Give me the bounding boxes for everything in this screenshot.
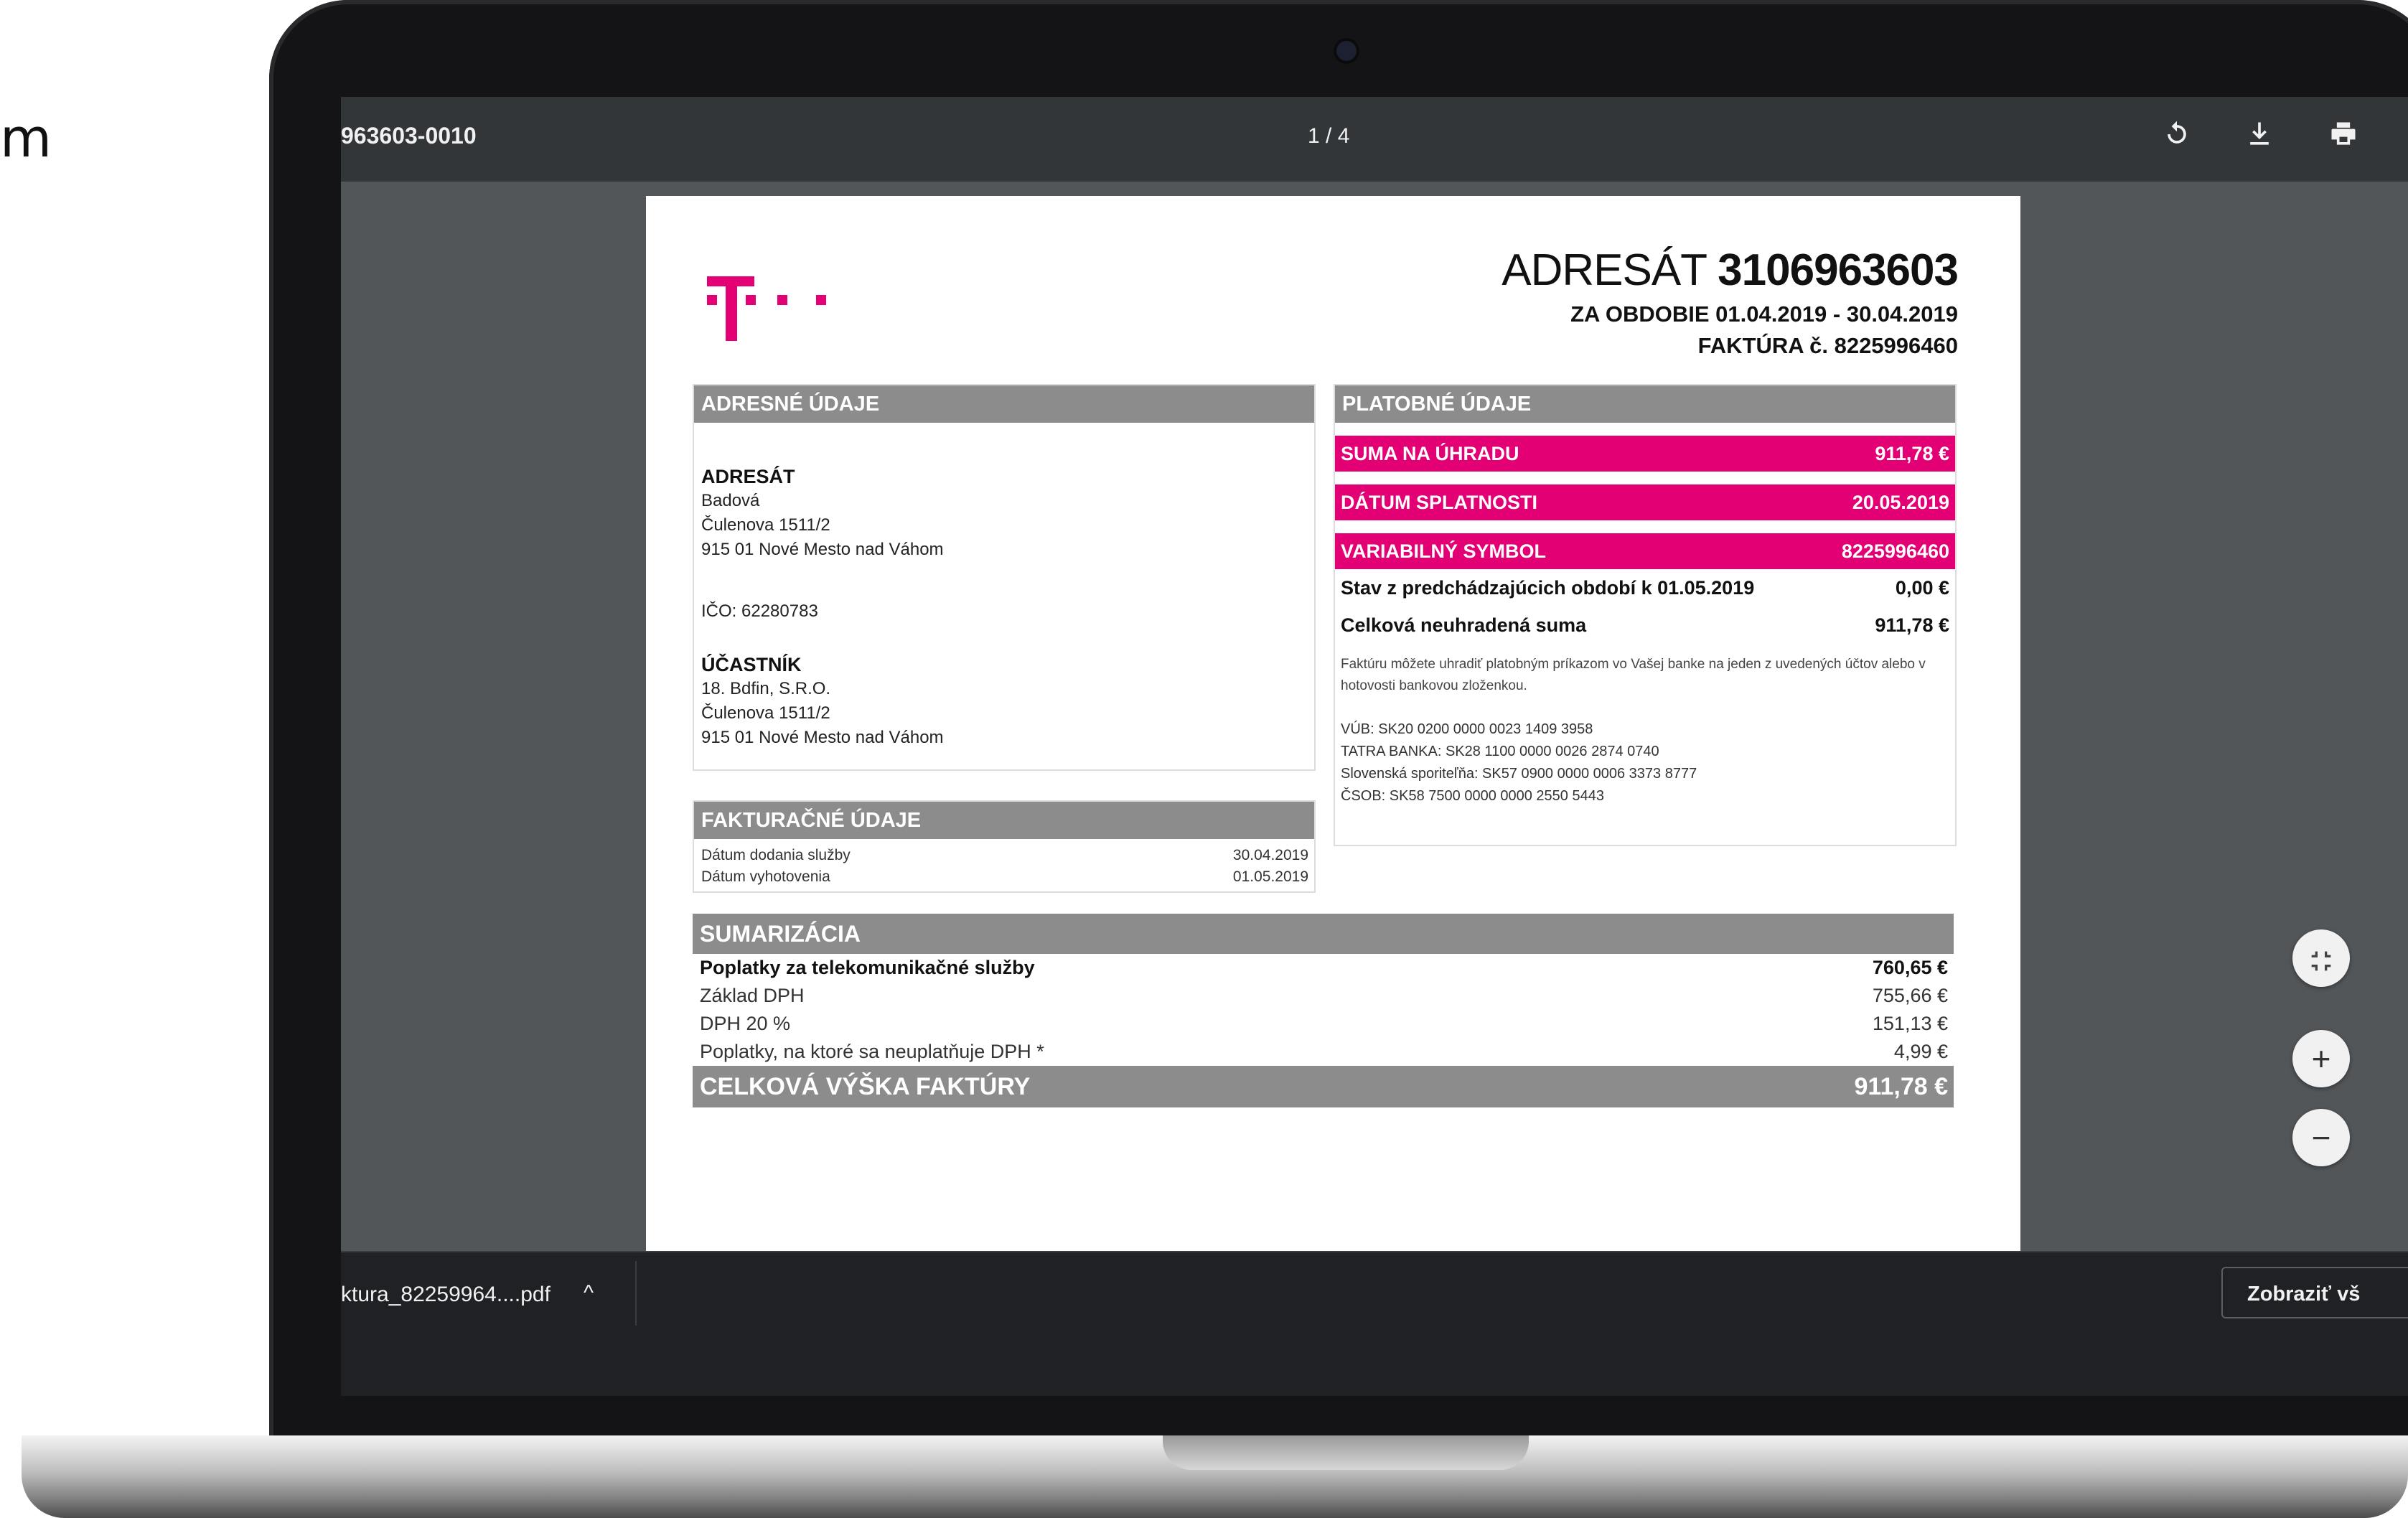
payment-section-title: PLATOBNÉ ÚDAJE <box>1335 385 1955 423</box>
invoice-total-value: 911,78 € <box>1854 1073 1948 1100</box>
print-icon[interactable] <box>2323 118 2364 159</box>
billing-section: FAKTURAČNÉ ÚDAJE Dátum dodania služby 30… <box>693 800 1316 893</box>
invoice-header: ADRESÁT 3106963603 ZA OBDOBIE 01.04.2019… <box>1502 245 1959 359</box>
payment-note: Faktúru môžete uhradiť platobným príkazo… <box>1341 657 1926 693</box>
left-text-fragment: m <box>0 108 52 169</box>
billing-row-value: 01.05.2019 <box>1232 868 1308 885</box>
address-section-title: ADRESNÉ ÚDAJE <box>694 385 1314 423</box>
bank-account: ČSOB: SK58 7500 0000 0000 2550 5443 <box>1341 788 1604 804</box>
summary-section: SUMARIZÁCIA Poplatky za telekomunikačné … <box>693 914 1954 1107</box>
variable-symbol-value: 8225996460 <box>1841 540 1949 562</box>
summary-row: DPH 20 % 151,13 € <box>693 1010 1954 1038</box>
adresat-line: Čulenova 1511/2 <box>701 515 830 535</box>
recipient-number: 3106963603 <box>1718 245 1959 295</box>
adresat-line: 915 01 Nové Mesto nad Váhom <box>701 540 944 559</box>
address-section: ADRESNÉ ÚDAJE ADRESÁT Badová Čulenova 15… <box>693 384 1316 771</box>
ucastnik-label: ÚČASTNÍK <box>701 654 802 675</box>
zoom-in-button[interactable]: + <box>2292 1030 2350 1087</box>
document-title: 963603-0010 <box>341 123 477 149</box>
variable-symbol-row: VARIABILNÝ SYMBOL 8225996460 <box>1335 533 1955 569</box>
pdf-page: ADRESÁT 3106963603 ZA OBDOBIE 01.04.2019… <box>646 196 2020 1344</box>
ucastnik-line: Čulenova 1511/2 <box>701 703 830 723</box>
summary-row: Poplatky za telekomunikačné služby 760,6… <box>693 954 1954 982</box>
summary-row: Základ DPH 755,66 € <box>693 982 1954 1010</box>
billing-row: Dátum dodania služby 30.04.2019 <box>694 845 1314 866</box>
adresat-line: Badová <box>701 491 760 510</box>
chevron-up-icon[interactable]: ^ <box>584 1281 594 1306</box>
amount-due-row: SUMA NA ÚHRADU 911,78 € <box>1335 436 1955 472</box>
payment-section: PLATOBNÉ ÚDAJE SUMA NA ÚHRADU 911,78 € D… <box>1334 384 1957 846</box>
summary-row-value: 4,99 € <box>1893 1041 1948 1062</box>
download-icon[interactable] <box>2239 118 2280 159</box>
billing-row: Dátum vyhotovenia 01.05.2019 <box>694 866 1314 888</box>
bank-account: VÚB: SK20 0200 0000 0023 1409 3958 <box>1341 721 1593 737</box>
previous-balance-row: Stav z predchádzajúcich období k 01.05.2… <box>1335 573 1955 602</box>
ucastnik-line: 18. Bdfin, S.R.O. <box>701 679 831 698</box>
pdf-toolbar: 963603-0010 1 / 4 <box>341 97 2408 182</box>
billing-row-label: Dátum dodania služby <box>701 847 851 863</box>
summary-row-value: 760,65 € <box>1872 957 1948 978</box>
summary-row-value: 151,13 € <box>1872 1013 1948 1034</box>
download-item-filename[interactable]: ktura_82259964....pdf <box>341 1283 551 1307</box>
due-date-row: DÁTUM SPLATNOSTI 20.05.2019 <box>1335 484 1955 520</box>
due-date-label: DÁTUM SPLATNOSTI <box>1341 492 1537 513</box>
page-indicator: 1 / 4 <box>1308 124 1350 148</box>
fit-page-button[interactable] <box>2292 929 2350 987</box>
billing-row-label: Dátum vyhotovenia <box>701 868 830 885</box>
camera-icon <box>1336 41 1357 61</box>
previous-balance-label: Stav z predchádzajúcich období k 01.05.2… <box>1341 577 1755 599</box>
download-bar: ktura_82259964....pdf ^ Zobraziť vš <box>341 1251 2408 1396</box>
billing-section-title: FAKTURAČNÉ ÚDAJE <box>694 802 1314 839</box>
divider <box>635 1261 637 1326</box>
zoom-out-button[interactable]: − <box>2292 1109 2350 1166</box>
adresat-label: ADRESÁT <box>701 466 795 487</box>
summary-row: Poplatky, na ktoré sa neuplatňuje DPH * … <box>693 1038 1954 1066</box>
summary-row-label: Poplatky, na ktoré sa neuplatňuje DPH * <box>700 1041 1044 1062</box>
total-unpaid-value: 911,78 € <box>1875 614 1949 636</box>
invoice-number: FAKTÚRA č. 8225996460 <box>1697 333 1958 358</box>
total-unpaid-row: Celková neuhradená suma 911,78 € <box>1335 611 1955 639</box>
invoice-total-row: CELKOVÁ VÝŠKA FAKTÚRY 911,78 € <box>693 1066 1954 1107</box>
laptop-base-notch <box>1163 1435 1529 1470</box>
summary-title: SUMARIZÁCIA <box>693 914 1954 954</box>
recipient-label: ADRESÁT <box>1502 245 1707 295</box>
billing-row-value: 30.04.2019 <box>1232 847 1308 863</box>
summary-row-label: Poplatky za telekomunikačné služby <box>700 957 1035 978</box>
variable-symbol-label: VARIABILNÝ SYMBOL <box>1341 540 1547 562</box>
recipient-heading: ADRESÁT 3106963603 <box>1502 245 1959 296</box>
bank-accounts: VÚB: SK20 0200 0000 0023 1409 3958 TATRA… <box>1335 697 1955 807</box>
telekom-logo-icon <box>707 276 826 341</box>
amount-due-value: 911,78 € <box>1875 443 1949 464</box>
ico-number: IČO: 62280783 <box>701 601 818 621</box>
address-details: ADRESÁT Badová Čulenova 1511/2 915 01 No… <box>694 423 1314 750</box>
amount-due-label: SUMA NA ÚHRADU <box>1341 443 1519 464</box>
invoice-total-label: CELKOVÁ VÝŠKA FAKTÚRY <box>700 1073 1031 1100</box>
total-unpaid-label: Celková neuhradená suma <box>1341 614 1587 636</box>
previous-balance-value: 0,00 € <box>1895 577 1949 599</box>
ucastnik-line: 915 01 Nové Mesto nad Váhom <box>701 728 944 747</box>
bank-account: Slovenská sporiteľňa: SK57 0900 0000 000… <box>1341 766 1697 782</box>
laptop-screen: 963603-0010 1 / 4 ADRESÁT 3106963603 ZA <box>341 97 2408 1396</box>
fit-page-icon <box>2311 951 2331 971</box>
summary-row-label: DPH 20 % <box>700 1013 791 1034</box>
summary-row-value: 755,66 € <box>1872 985 1948 1006</box>
rotate-icon[interactable] <box>2157 118 2197 159</box>
summary-row-label: Základ DPH <box>700 985 805 1006</box>
due-date-value: 20.05.2019 <box>1852 492 1949 513</box>
show-all-button[interactable]: Zobraziť vš <box>2221 1267 2408 1318</box>
bank-account: TATRA BANKA: SK28 1100 0000 0026 2874 07… <box>1341 744 1659 759</box>
billing-period: ZA OBDOBIE 01.04.2019 - 30.04.2019 <box>1570 301 1958 327</box>
